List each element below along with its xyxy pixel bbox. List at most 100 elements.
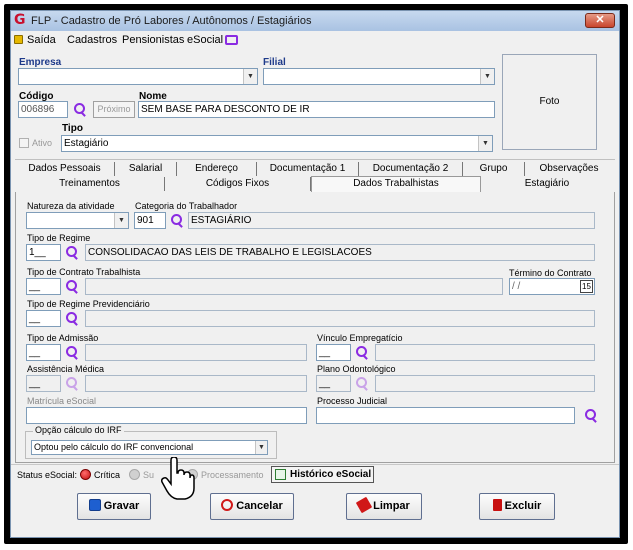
- menu-bar: Saída Cadastros Pensionistas eSocial: [11, 31, 619, 49]
- ativo-checkbox[interactable]: [19, 138, 29, 148]
- cancelar-label: Cancelar: [236, 500, 283, 512]
- search-icon[interactable]: [355, 377, 369, 391]
- history-icon: [275, 469, 286, 480]
- excluir-button[interactable]: Excluir: [479, 493, 555, 520]
- tab-observacoes[interactable]: Observações: [525, 162, 613, 176]
- natureza-select[interactable]: ▼: [26, 212, 129, 229]
- tipo-contrato-description: [85, 278, 503, 295]
- categoria-label: Categoria do Trabalhador: [135, 201, 238, 211]
- natureza-label: Natureza da atividade: [27, 201, 115, 211]
- cancelar-button[interactable]: Cancelar: [210, 493, 294, 520]
- regime-prev-description: [85, 310, 595, 327]
- sucesso-label: Su: [143, 470, 155, 480]
- gravar-button[interactable]: Gravar: [77, 493, 151, 520]
- search-icon[interactable]: [65, 280, 79, 294]
- proximo-button[interactable]: Próximo: [93, 101, 135, 118]
- vinculo-label: Vínculo Empregatício: [317, 333, 403, 343]
- gravar-label: Gravar: [103, 500, 140, 512]
- calendar-icon[interactable]: 15: [580, 280, 593, 293]
- categoria-description: ESTAGIÁRIO: [188, 212, 595, 229]
- critica-label: Crítica: [94, 470, 121, 480]
- chevron-down-icon: ▼: [114, 213, 128, 228]
- search-icon[interactable]: [584, 409, 598, 423]
- tab-grupo[interactable]: Grupo: [463, 162, 525, 176]
- status-esocial-label: Status eSocial:: [17, 470, 78, 480]
- tab-documentacao-2[interactable]: Documentação 2: [359, 162, 463, 176]
- irf-group-label: Opção cálculo do IRF: [33, 425, 124, 435]
- tipo-regime-code-input[interactable]: 1__: [26, 244, 61, 261]
- menu-pensionistas[interactable]: Pensionistas: [122, 34, 184, 46]
- tab-codigos-fixos[interactable]: Códigos Fixos: [165, 177, 311, 191]
- cancel-icon: [221, 499, 234, 511]
- tab-dados-pessoais[interactable]: Dados Pessoais: [15, 162, 115, 176]
- categoria-code-input[interactable]: 901: [134, 212, 166, 229]
- regime-prev-label: Tipo de Regime Previdenciário: [27, 299, 150, 309]
- processo-label: Processo Judicial: [317, 396, 388, 406]
- search-icon[interactable]: [65, 346, 79, 360]
- lock-icon: [14, 35, 23, 44]
- search-icon[interactable]: [73, 103, 87, 117]
- menu-esocial[interactable]: eSocial: [187, 34, 223, 46]
- tipo-contrato-code-input[interactable]: __: [26, 278, 61, 295]
- menu-cadastros[interactable]: Cadastros: [67, 34, 117, 46]
- window-title: FLP - Cadastro de Pró Labores / Autônomo…: [31, 15, 312, 27]
- tipo-admissao-label: Tipo de Admissão: [27, 333, 99, 343]
- empresa-label: Empresa: [19, 57, 62, 68]
- vinculo-code-input[interactable]: __: [316, 344, 351, 361]
- regime-prev-code-input[interactable]: __: [26, 310, 61, 327]
- tab-documentacao-1[interactable]: Documentação 1: [257, 162, 359, 176]
- tipo-contrato-label: Tipo de Contrato Trabalhista: [27, 267, 141, 277]
- termino-label: Término do Contrato: [509, 268, 592, 278]
- nome-input[interactable]: SEM BASE PARA DESCONTO DE IR: [138, 101, 495, 118]
- assistencia-code-input[interactable]: __: [26, 375, 61, 392]
- processo-input[interactable]: [316, 407, 575, 424]
- sucesso-radio[interactable]: [129, 469, 140, 480]
- filial-label: Filial: [263, 57, 286, 68]
- assistencia-label: Assistência Médica: [27, 364, 105, 374]
- search-icon[interactable]: [355, 346, 369, 360]
- hand-cursor-icon: [161, 457, 195, 500]
- menu-saida[interactable]: Saída: [27, 34, 56, 46]
- ativo-label: Ativo: [32, 138, 53, 148]
- chevron-down-icon: ▼: [480, 69, 494, 84]
- matricula-label: Matrícula eSocial: [27, 396, 97, 406]
- search-icon[interactable]: [65, 312, 79, 326]
- photo-box[interactable]: Foto: [502, 54, 597, 150]
- tab-salarial[interactable]: Salarial: [115, 162, 177, 176]
- tipo-admissao-code-input[interactable]: __: [26, 344, 61, 361]
- search-icon[interactable]: [65, 246, 79, 260]
- chevron-down-icon: ▼: [243, 69, 257, 84]
- empresa-select[interactable]: ▼: [18, 68, 258, 85]
- irf-select[interactable]: Optou pelo cálculo do IRF convencional ▼: [31, 440, 268, 455]
- chat-icon[interactable]: [225, 35, 238, 45]
- tab-treinamentos[interactable]: Treinamentos: [15, 177, 165, 191]
- chevron-down-icon: ▼: [478, 136, 492, 151]
- vinculo-description: [375, 344, 595, 361]
- tab-estagiario[interactable]: Estagiário: [481, 177, 613, 191]
- tab-endereco[interactable]: Endereço: [177, 162, 257, 176]
- app-logo-icon: G: [14, 12, 26, 28]
- tab-dados-trabalhistas[interactable]: Dados Trabalhistas: [311, 176, 481, 192]
- tipo-select[interactable]: Estagiário ▼: [61, 135, 493, 152]
- search-icon[interactable]: [170, 214, 184, 228]
- search-icon[interactable]: [65, 377, 79, 391]
- main-window: G FLP - Cadastro de Pró Labores / Autôno…: [10, 10, 620, 538]
- limpar-label: Limpar: [373, 500, 410, 512]
- filial-select[interactable]: ▼: [263, 68, 495, 85]
- save-icon: [88, 499, 101, 511]
- chevron-down-icon: ▼: [255, 441, 267, 454]
- title-bar: G FLP - Cadastro de Pró Labores / Autôno…: [11, 11, 619, 31]
- historico-esocial-button[interactable]: Histórico eSocial: [271, 466, 374, 483]
- limpar-button[interactable]: Limpar: [346, 493, 422, 520]
- critica-radio[interactable]: [80, 469, 91, 480]
- tipo-regime-label: Tipo de Regime: [27, 233, 91, 243]
- matricula-input[interactable]: [26, 407, 307, 424]
- odonto-code-input[interactable]: __: [316, 375, 351, 392]
- trash-icon: [492, 499, 502, 511]
- codigo-input[interactable]: 006896: [18, 101, 68, 118]
- odonto-label: Plano Odontológico: [317, 364, 396, 374]
- eraser-icon: [355, 496, 373, 514]
- processamento-label: Processamento: [201, 470, 264, 480]
- close-button[interactable]: ✕: [585, 13, 615, 28]
- assistencia-description: [85, 375, 307, 392]
